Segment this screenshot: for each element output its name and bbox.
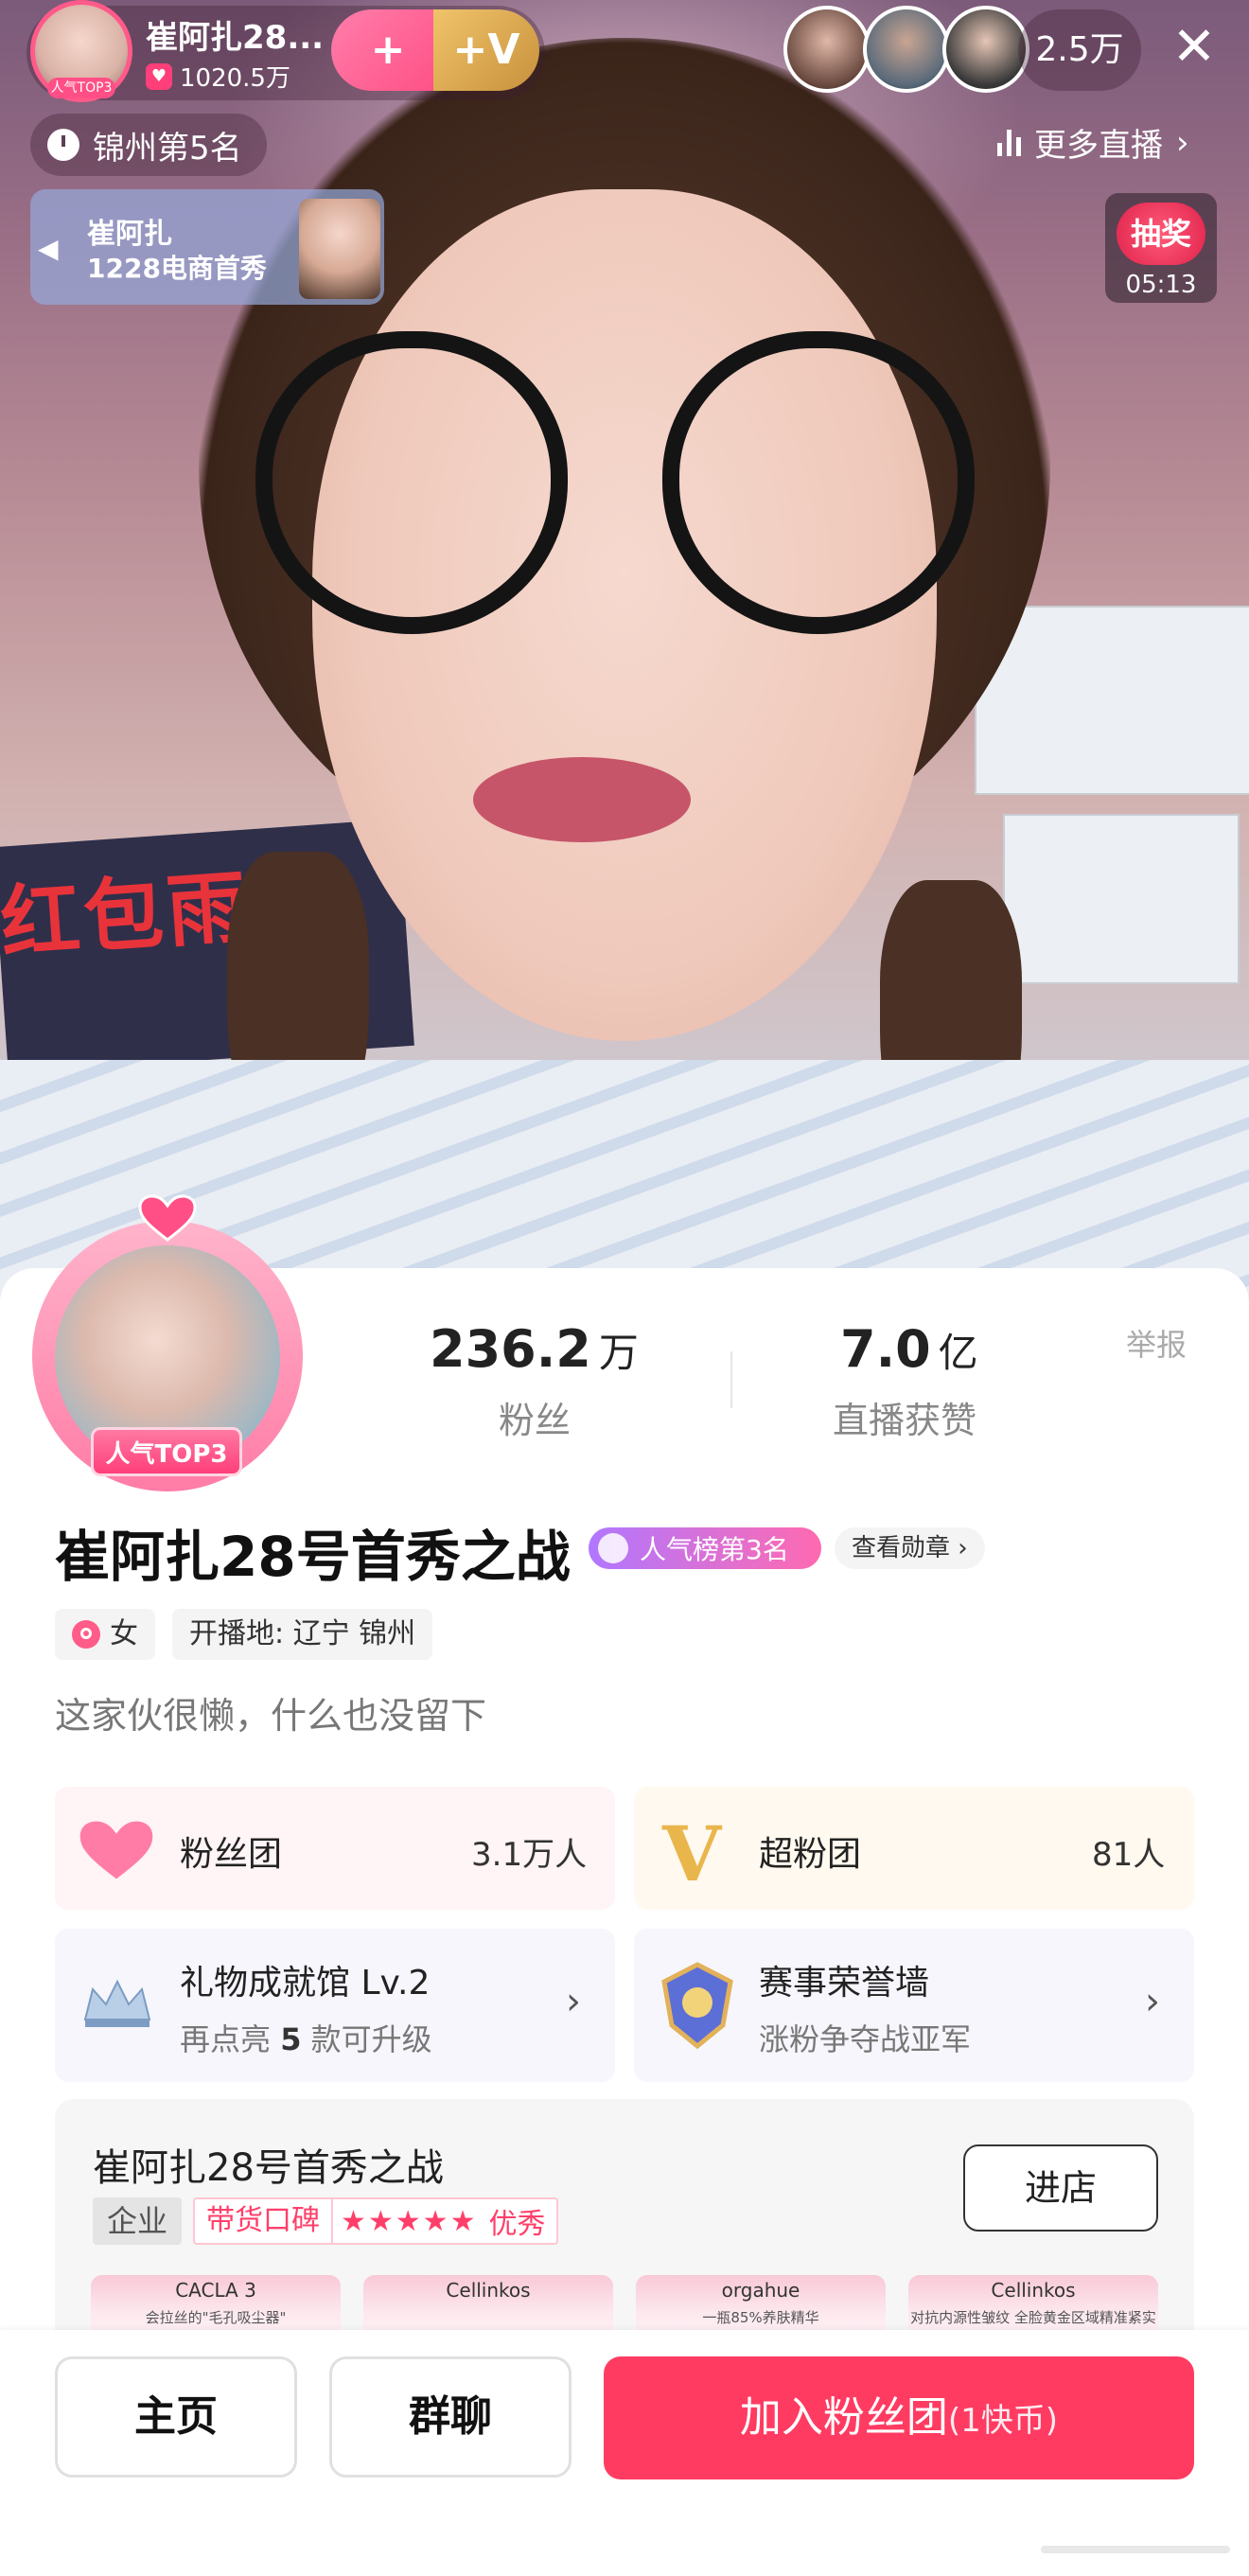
viewer-avatar[interactable]	[783, 6, 871, 93]
fans-value: 236.2	[430, 1319, 591, 1379]
fan-club-title: 粉丝团	[180, 1835, 283, 1874]
promo-title: 崔阿扎	[87, 218, 172, 251]
bars-icon	[997, 129, 1021, 156]
product-brand: orgahue	[721, 2279, 800, 2302]
chevron-right-icon: ›	[566, 1980, 581, 2023]
group-chat-button[interactable]: 群聊	[329, 2356, 572, 2478]
product-caption: 对抗内源性皱纹 全脸黄金区域精准紧实	[910, 2309, 1156, 2326]
product-caption: 会拉丝的"毛孔吸尘器"	[145, 2309, 287, 2326]
likes-value: 7.0	[840, 1319, 931, 1379]
gender-text: 女	[110, 1617, 138, 1650]
promo-subtitle: 1228电商首秀	[87, 253, 267, 284]
product-caption: 一瓶85%养肤精华	[702, 2309, 819, 2326]
crown-icon	[598, 1533, 628, 1563]
background-poster	[1003, 814, 1240, 984]
visit-shop-button[interactable]: 进店	[963, 2144, 1158, 2232]
view-medals-label: 查看勋章	[852, 1534, 951, 1562]
gift-hall-sub-num: 5	[280, 2021, 302, 2057]
product-brand: Cellinkos	[446, 2279, 531, 2302]
stat-divider	[730, 1351, 732, 1408]
product-brand: Cellinkos	[991, 2279, 1076, 2302]
chevron-right-icon: ›	[1176, 123, 1189, 162]
more-live-label: 更多直播	[1034, 127, 1163, 165]
profile-rank-ribbon: 人气TOP3	[91, 1427, 242, 1476]
host-rank-badge: 人气TOP3	[47, 78, 115, 98]
home-indicator	[1041, 2546, 1230, 2553]
honor-wall-title: 赛事荣誉墙	[759, 1964, 930, 2003]
clock-icon	[47, 129, 79, 161]
close-icon[interactable]: ✕	[1160, 13, 1228, 81]
location-tag: 开播地: 辽宁 锦州	[172, 1609, 433, 1660]
city-rank-text: 锦州第5名	[93, 129, 242, 168]
chevron-right-icon: ›	[1145, 1980, 1160, 2023]
chevron-right-icon: ›	[958, 1534, 968, 1562]
viewer-count[interactable]: 2.5万	[1018, 9, 1141, 91]
promo-thumbnail	[299, 199, 380, 299]
background-poster	[975, 606, 1249, 795]
viewer-avatar[interactable]	[942, 6, 1029, 93]
host-likes: ♥ 1020.5万	[146, 59, 290, 94]
glasses-left	[255, 331, 568, 634]
viewer-avatar[interactable]	[863, 6, 950, 93]
join-fan-club-button[interactable]: 加入粉丝团(1快币)	[604, 2356, 1194, 2479]
reputation-label: 带货口碑	[195, 2199, 333, 2243]
fans-unit: 万	[598, 1330, 639, 1376]
female-icon	[72, 1620, 100, 1649]
popularity-rank-text: 人气榜第3名	[640, 1534, 789, 1565]
super-club-count: 81人	[1092, 1836, 1166, 1874]
location-text: 开播地: 辽宁 锦州	[189, 1617, 416, 1650]
honor-wall-sub: 涨粉争夺战亚军	[759, 2021, 972, 2057]
play-triangle-icon: ◀	[38, 233, 59, 264]
gift-hall-sub: 再点亮 5 款可升级	[180, 2016, 432, 2059]
gift-hall-sub-prefix: 再点亮	[180, 2021, 272, 2057]
heart-icon	[138, 1194, 197, 1242]
likes-unit: 亿	[938, 1330, 978, 1376]
crown-icon	[81, 1974, 153, 2031]
super-fan-button[interactable]: +V	[433, 9, 539, 91]
host-likes-value: 1020.5万	[180, 64, 290, 93]
follow-button[interactable]: +	[331, 9, 445, 91]
view-medals-link[interactable]: 查看勋章 ›	[835, 1527, 985, 1569]
mouth	[473, 757, 691, 842]
host-name[interactable]: 崔阿扎28...	[146, 11, 324, 58]
fans-count: 236.2 万	[430, 1319, 639, 1379]
lottery-countdown: 05:13	[1125, 271, 1197, 299]
popularity-rank-badge[interactable]: 人气榜第3名	[589, 1527, 821, 1569]
trophy-icon	[657, 1959, 738, 2054]
profile-bio: 这家伙很懒，什么也没留下	[55, 1695, 487, 1737]
likes-label: 直播获赞	[832, 1400, 976, 1441]
heart-icon	[79, 1821, 153, 1879]
star-icon: ★★★★★	[341, 2204, 478, 2238]
home-button[interactable]: 主页	[55, 2356, 297, 2478]
shop-name: 崔阿扎28号首秀之战	[93, 2146, 444, 2190]
lottery-badge[interactable]: 抽奖	[1117, 203, 1205, 265]
enterprise-tag: 企业	[93, 2197, 182, 2245]
city-rank-pill[interactable]: 锦州第5名	[30, 114, 267, 176]
product-brand: CACLA 3	[175, 2279, 256, 2302]
report-link[interactable]: 举报	[1126, 1321, 1187, 1365]
fan-club-count: 3.1万人	[471, 1836, 588, 1874]
reputation-level: 优秀	[488, 2208, 546, 2241]
more-live-link[interactable]: 更多直播 ›	[997, 119, 1189, 166]
likes-count: 7.0 亿	[840, 1319, 978, 1379]
join-fan-club-price: (1快币)	[947, 2402, 1059, 2440]
gift-hall-sub-suffix: 款可升级	[310, 2021, 432, 2057]
reputation-box: 带货口碑 ★★★★★ 优秀	[193, 2197, 559, 2245]
gift-hall-title: 礼物成就馆 Lv.2	[180, 1964, 431, 2003]
glasses-right	[662, 331, 975, 634]
audience-banner-text: 红包雨	[0, 859, 254, 971]
join-fan-club-label: 加入粉丝团	[739, 2393, 948, 2442]
heart-icon: ♥	[146, 62, 172, 90]
v-icon: V	[662, 1809, 722, 1898]
fans-label: 粉丝	[498, 1400, 571, 1441]
super-club-title: 超粉团	[759, 1835, 862, 1874]
gender-tag: 女	[55, 1609, 155, 1660]
profile-nickname: 崔阿扎28号首秀之战	[55, 1525, 571, 1589]
